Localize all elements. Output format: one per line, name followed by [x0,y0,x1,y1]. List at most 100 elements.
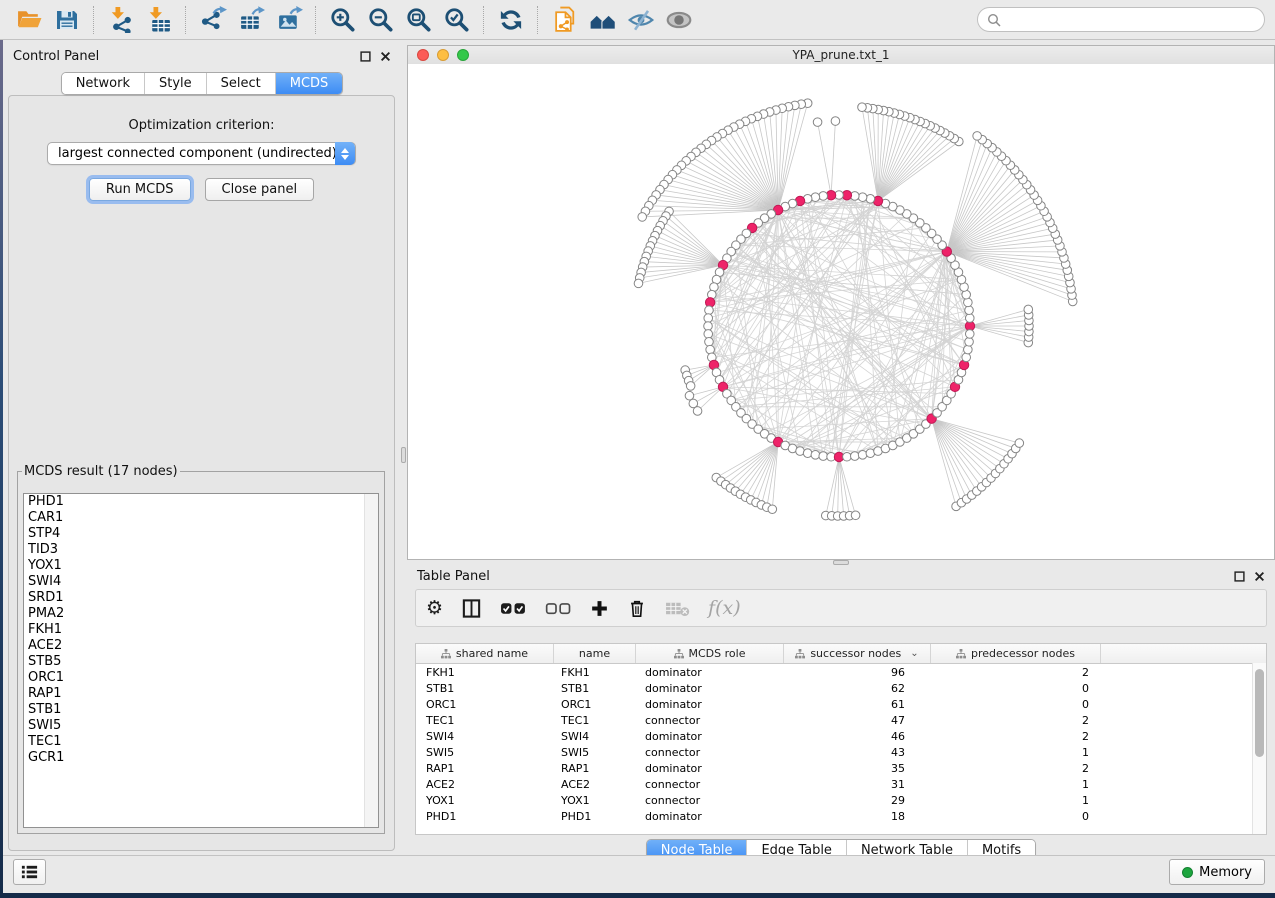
table-cell: SWI4 [416,730,554,743]
table-scrollbar-thumb[interactable] [1255,669,1264,757]
show-columns-icon[interactable] [461,593,482,623]
table-row[interactable]: FKH1FKH1dominator962 [416,664,1266,680]
table-row[interactable]: RAP1RAP1dominator352 [416,760,1266,776]
splitter-grip[interactable] [401,447,406,463]
table-row[interactable]: TEC1TEC1connector472 [416,712,1266,728]
tab-style[interactable]: Style [145,73,207,94]
list-item[interactable]: STB1 [24,702,378,718]
list-item[interactable]: STP4 [24,526,378,542]
delete-column-icon[interactable] [627,593,647,623]
table-cell: 1 [931,746,1101,759]
table-cell: YOX1 [416,794,554,807]
table-options-icon[interactable]: ⚙ [426,593,443,623]
show-all-button[interactable] [660,4,698,36]
list-item[interactable]: YOX1 [24,558,378,574]
tab-mcds[interactable]: MCDS [276,73,343,94]
add-column-icon[interactable] [590,593,609,623]
table-row[interactable]: PHD1PHD1dominator180 [416,808,1266,824]
table-cell: RAP1 [416,762,554,775]
task-history-button[interactable] [13,859,46,885]
zoom-selected-button[interactable] [438,4,476,36]
close-panel-icon[interactable] [1254,571,1265,582]
list-item[interactable]: RAP1 [24,686,378,702]
list-item[interactable]: ACE2 [24,638,378,654]
column-header-mcds-role[interactable]: MCDS role [636,644,784,663]
search-input[interactable] [1001,12,1255,28]
first-neighbors-button[interactable] [584,4,622,36]
list-item[interactable]: ORC1 [24,670,378,686]
toolbar-separator [537,6,539,34]
table-panel: Table Panel ⚙ f(x) [407,565,1275,855]
column-header-predecessor-nodes[interactable]: predecessor nodes [931,644,1101,663]
network-window-titlebar[interactable]: YPA_prune.txt_1 [408,46,1274,65]
memory-button[interactable]: Memory [1169,859,1265,885]
table-cell: TEC1 [554,714,636,727]
import-table-button[interactable] [140,4,178,36]
table-row[interactable]: SWI5SWI5connector431 [416,744,1266,760]
export-network-button[interactable] [194,4,232,36]
mcds-result-list[interactable]: PHD1CAR1STP4TID3YOX1SWI4SRD1PMA2FKH1ACE2… [23,493,379,828]
float-panel-icon[interactable] [1234,571,1245,582]
list-item[interactable]: SWI4 [24,574,378,590]
deselect-all-rows-icon[interactable] [545,593,572,623]
network-canvas[interactable] [408,64,1274,559]
table-cell: 2 [931,762,1101,775]
list-item[interactable]: FKH1 [24,622,378,638]
export-image-button[interactable] [270,4,308,36]
list-item[interactable]: PMA2 [24,606,378,622]
criterion-dropdown[interactable]: largest connected component (undirected) [47,142,356,165]
export-table-button[interactable] [232,4,270,36]
zoom-fit-button[interactable] [400,4,438,36]
network-from-file-button[interactable] [546,4,584,36]
table-cell: connector [636,746,784,759]
list-item[interactable]: SWI5 [24,718,378,734]
list-item[interactable]: CAR1 [24,510,378,526]
column-header-shared-name[interactable]: shared name [416,644,554,663]
table-row[interactable]: STB1STB1dominator620 [416,680,1266,696]
hide-selected-button[interactable] [622,4,660,36]
list-item[interactable]: SRD1 [24,590,378,606]
list-item[interactable]: GCR1 [24,750,378,766]
sort-descending-icon: ⌄ [910,648,918,659]
run-mcds-button[interactable]: Run MCDS [89,178,191,201]
table-cell: ACE2 [416,778,554,791]
import-network-button[interactable] [102,4,140,36]
table-scrollbar[interactable] [1252,663,1266,834]
column-header-successor-nodes[interactable]: successor nodes ⌄ [784,644,931,663]
list-item[interactable]: TEC1 [24,734,378,750]
save-session-button[interactable] [48,4,86,36]
mcds-list-scrollbar[interactable] [364,494,378,827]
network-graph[interactable] [408,64,1274,559]
zoom-out-button[interactable] [362,4,400,36]
table-cell: ACE2 [554,778,636,791]
search-field[interactable] [977,7,1265,32]
table-cell: PHD1 [554,810,636,823]
table-cell: 18 [784,810,931,823]
table-row[interactable]: SWI4SWI4dominator462 [416,728,1266,744]
refresh-view-button[interactable] [492,4,530,36]
table-cell: 2 [931,730,1101,743]
open-file-button[interactable] [10,4,48,36]
table-cell: dominator [636,810,784,823]
list-item[interactable]: PHD1 [24,494,378,510]
list-icon [20,864,39,880]
node-table: shared name name MCDS role successor nod… [415,643,1267,835]
table-cell: 96 [784,666,931,679]
table-row[interactable]: YOX1YOX1connector291 [416,792,1266,808]
save-icon [54,7,80,33]
function-builder-icon: f(x) [708,593,741,623]
float-panel-icon[interactable] [360,51,371,62]
table-row[interactable]: ORC1ORC1dominator610 [416,696,1266,712]
tab-select[interactable]: Select [207,73,276,94]
column-header-name[interactable]: name [554,644,636,663]
table-row[interactable]: ACE2ACE2connector311 [416,776,1266,792]
zoom-in-button[interactable] [324,4,362,36]
close-panel-button[interactable]: Close panel [205,178,315,201]
list-item[interactable]: TID3 [24,542,378,558]
toolbar-separator [93,6,95,34]
close-panel-icon[interactable] [380,51,391,62]
select-all-rows-icon[interactable] [500,593,527,623]
mcds-result-group: MCDS result (17 nodes) PHD1CAR1STP4TID3Y… [17,464,385,834]
list-item[interactable]: STB5 [24,654,378,670]
tab-network[interactable]: Network [62,73,145,94]
